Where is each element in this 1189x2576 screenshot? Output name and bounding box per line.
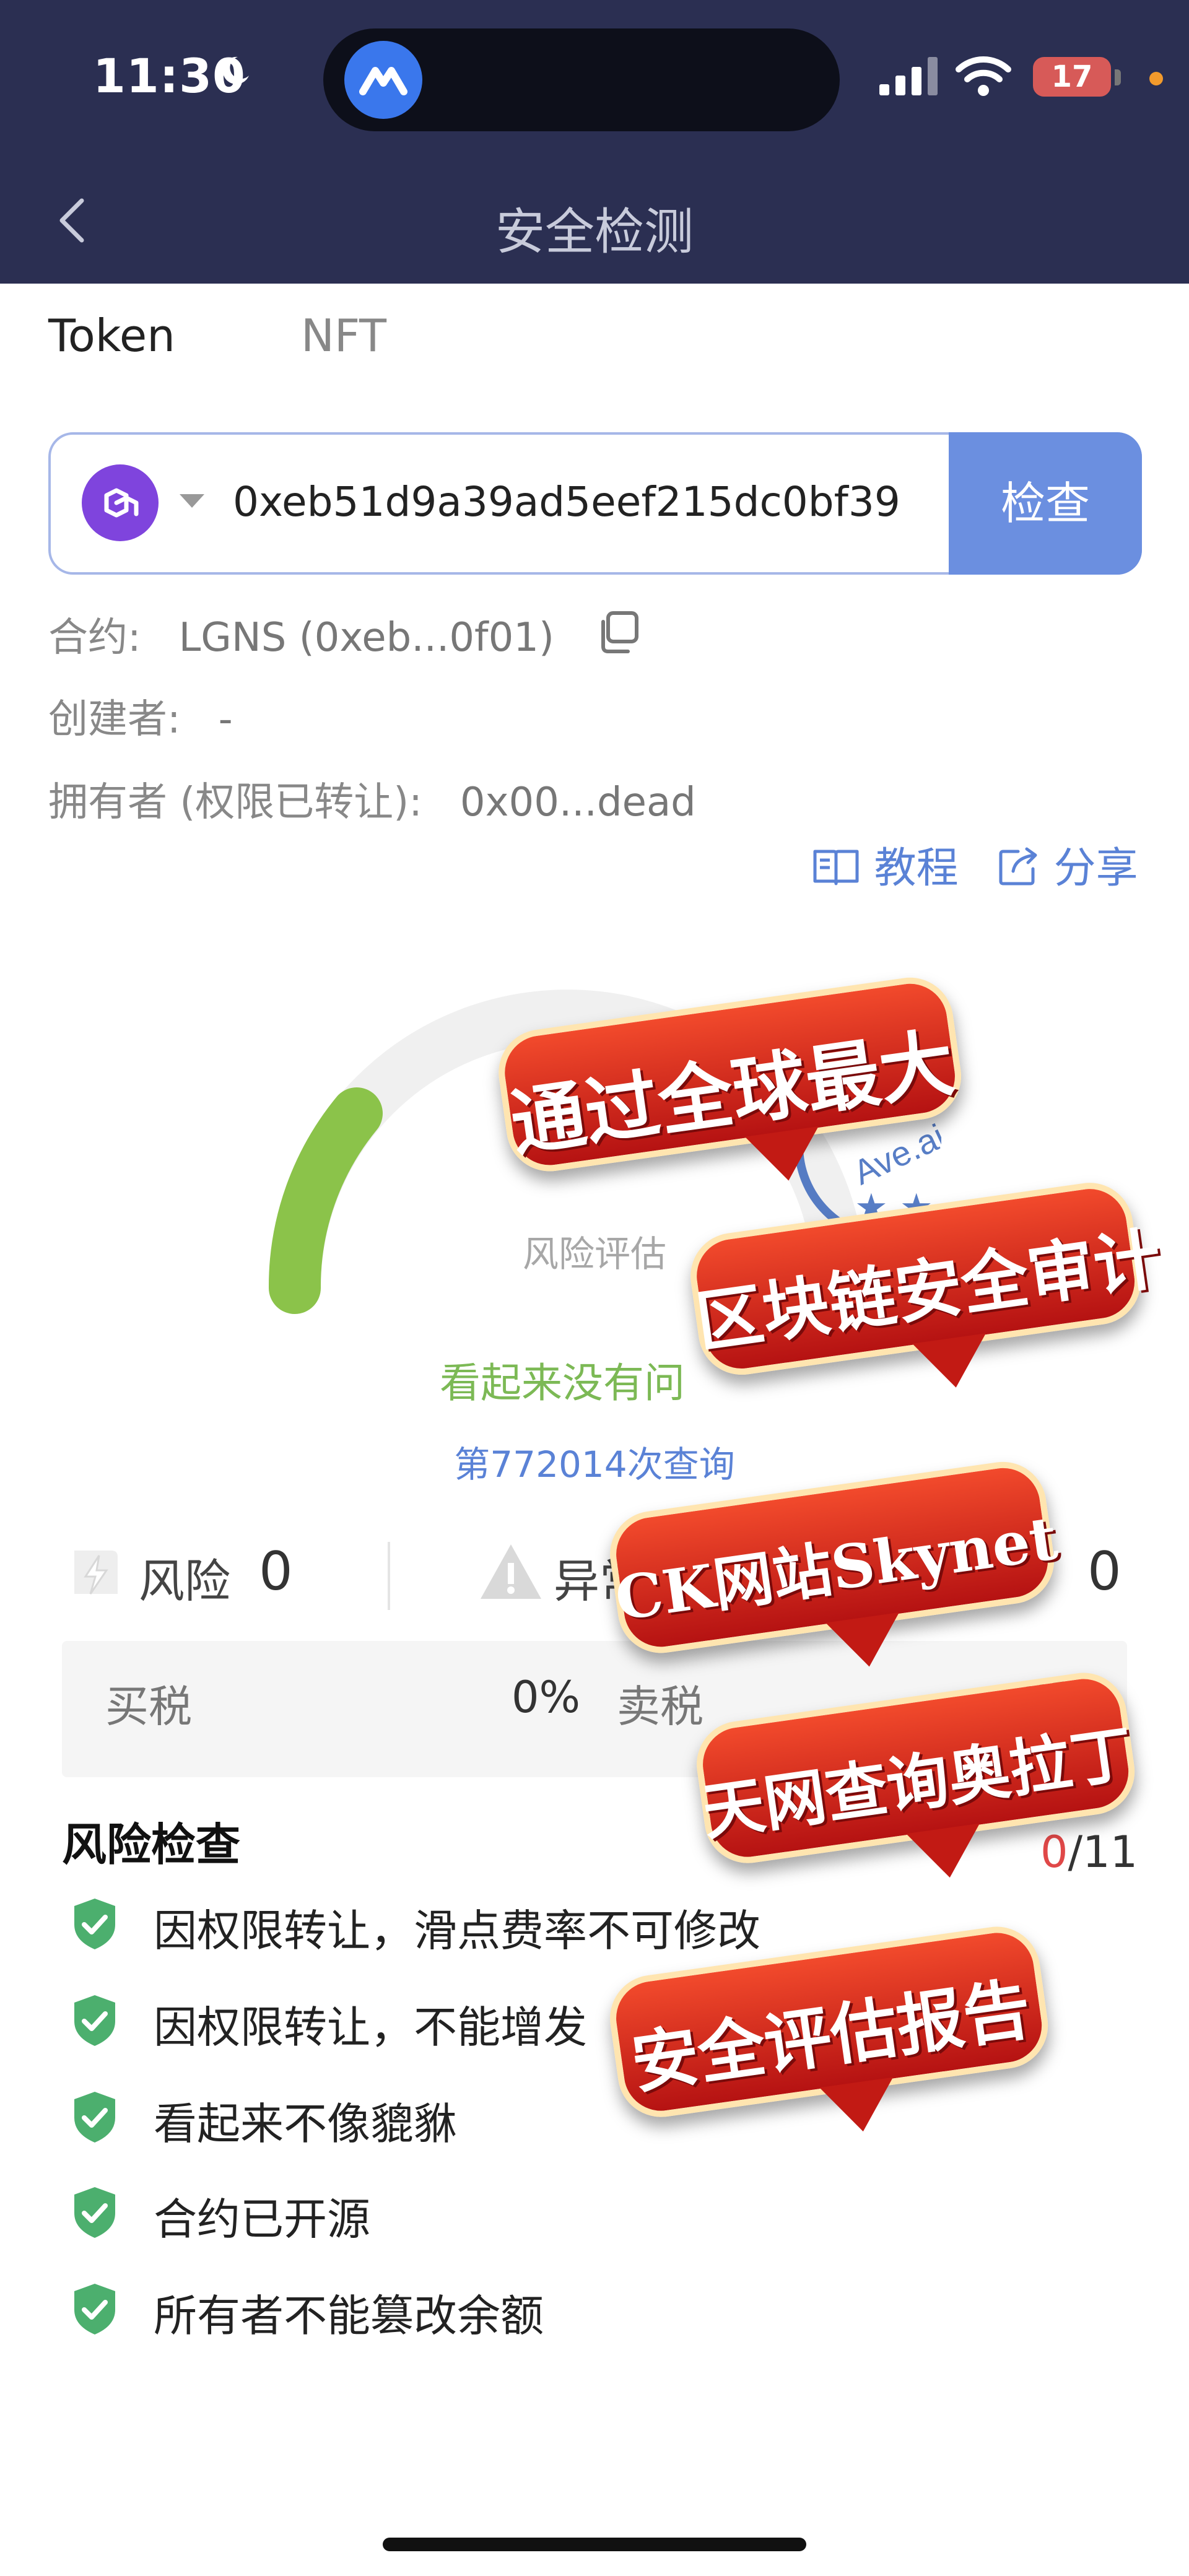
promo-sticker: CK网站Skynet: [604, 1456, 1061, 1672]
check-item-text: 因权限转让，不能增发: [154, 2002, 587, 2053]
tutorial-link[interactable]: 教程: [811, 833, 959, 895]
risk-check-title: 风险检查: [62, 1819, 241, 1871]
check-item-text: 合约已开源: [154, 2194, 370, 2245]
sticker-tail: [819, 2077, 900, 2137]
share-link[interactable]: 分享: [997, 833, 1138, 895]
contract-row: 合约: LGNS (0xeb...0f01): [48, 606, 554, 663]
sticker-tail: [912, 1333, 993, 1393]
chain-dropdown-caret-icon[interactable]: [180, 494, 204, 508]
home-indicator[interactable]: [383, 2538, 806, 2551]
shield-check-icon: [74, 2092, 115, 2143]
creator-label: 创建者:: [48, 697, 181, 742]
warning-icon: [481, 1544, 541, 1599]
check-item-text: 因权限转让，滑点费率不可修改: [154, 1905, 760, 1956]
buy-tax-label: 买税: [105, 1681, 192, 1732]
privacy-indicator-dot: [1149, 72, 1163, 85]
creator-value: -: [218, 697, 233, 742]
battery-indicator: 17: [1033, 57, 1111, 97]
creator-row: 创建者: -: [48, 687, 233, 744]
info-stat-value: 0: [1087, 1541, 1121, 1603]
shield-check-icon: [74, 2284, 115, 2334]
contract-label: 合约:: [48, 615, 141, 661]
owner-value: 0x00...dead: [459, 780, 696, 825]
risk-check-count: 0/11: [1040, 1827, 1138, 1878]
check-button[interactable]: 检查: [949, 432, 1142, 575]
tutorial-label: 教程: [874, 844, 959, 893]
book-icon: [813, 850, 859, 886]
wifi-icon: [956, 56, 1011, 96]
sticker-tail: [906, 1823, 987, 1883]
signal-icon: [879, 57, 938, 95]
buy-tax-value: 0%: [512, 1672, 581, 1723]
share-icon: [999, 847, 1037, 886]
battery-tip: [1115, 69, 1121, 85]
owner-row: 拥有者 (权限已转让): 0x00...dead: [48, 770, 696, 827]
tab-nft[interactable]: NFT: [301, 310, 386, 362]
risk-lightning-icon: [74, 1551, 118, 1595]
risk-stat-value: 0: [259, 1541, 293, 1603]
risk-verdict: 看起来没有问: [440, 1359, 685, 1407]
check-item-text: 看起来不像貔貅: [154, 2099, 457, 2149]
stat-divider: [388, 1542, 390, 1610]
shield-check-icon: [74, 1995, 115, 2046]
share-label: 分享: [1053, 844, 1138, 893]
copy-icon[interactable]: [596, 609, 640, 655]
risk-count-shown: 0: [1040, 1827, 1068, 1878]
contract-value: LGNS (0xeb...0f01): [178, 615, 554, 661]
sticker-tail: [825, 1612, 907, 1672]
sell-tax-label: 卖税: [617, 1681, 703, 1732]
polygon-chain-icon[interactable]: [82, 464, 159, 541]
contract-address-input[interactable]: [233, 471, 926, 533]
risk-stat-label: 风险: [139, 1555, 230, 1608]
shield-check-icon: [74, 1899, 115, 1949]
check-item-text: 所有者不能篡改余额: [154, 2291, 544, 2341]
app-logo-icon: [344, 41, 422, 119]
risk-count-total: /11: [1068, 1827, 1138, 1878]
page-title: 安全检测: [495, 203, 694, 261]
shield-check-icon: [74, 2187, 115, 2238]
tab-token[interactable]: Token: [48, 310, 175, 362]
owner-label: 拥有者 (权限已转让):: [48, 780, 422, 825]
moon-icon: [222, 56, 249, 84]
